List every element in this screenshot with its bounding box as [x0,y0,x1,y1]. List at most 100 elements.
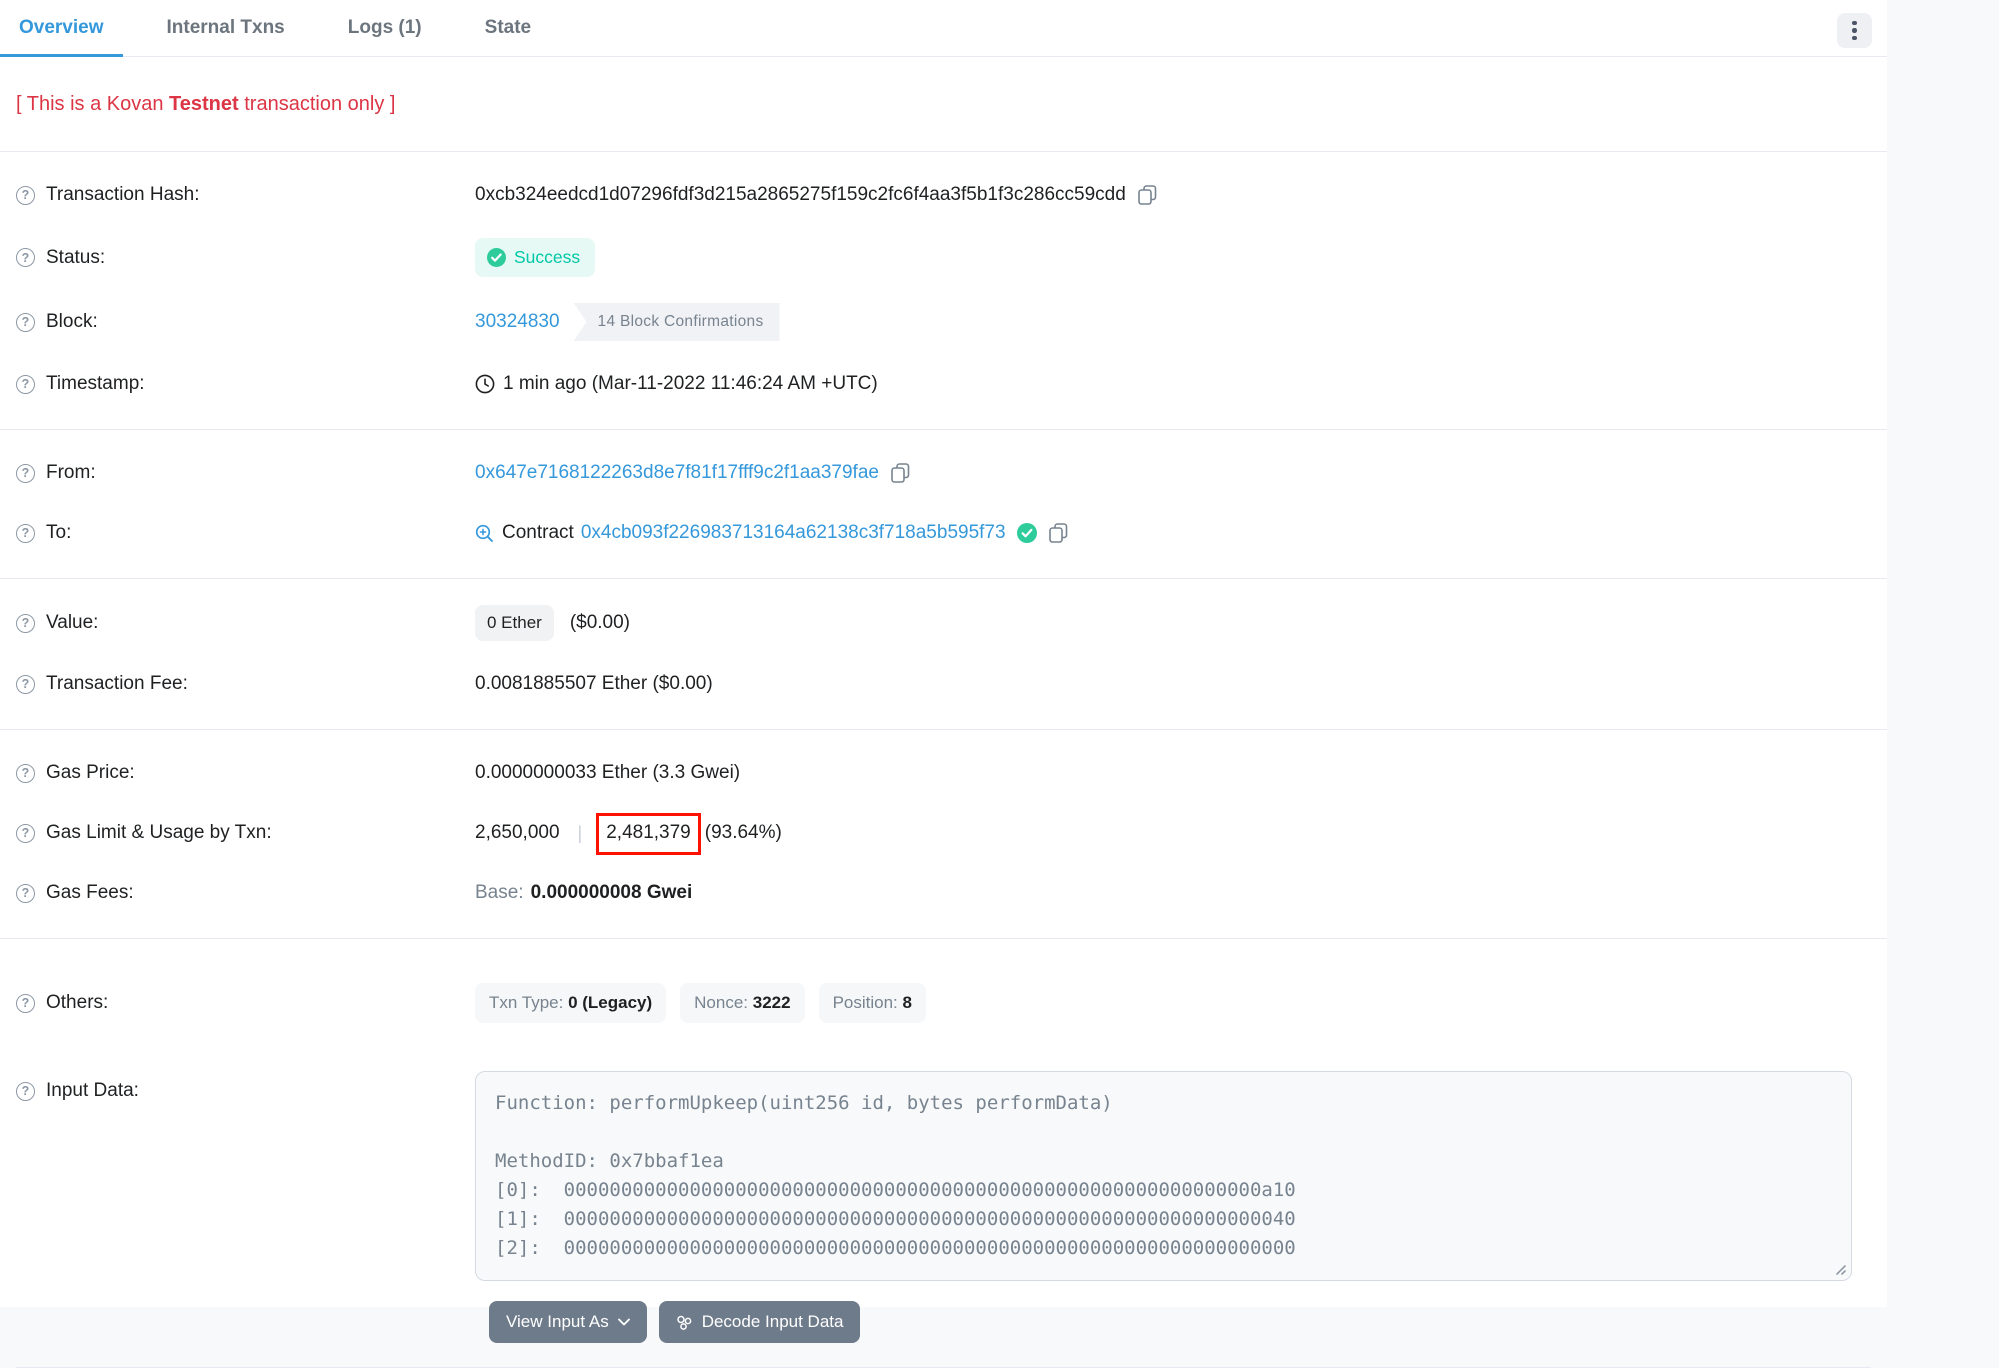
row-gas-price: ? Gas Price: 0.0000000033 Ether (3.3 Gwe… [16,743,1871,803]
input-data-content: Function: performUpkeep(uint256 id, byte… [495,1089,1832,1263]
help-icon[interactable]: ? [16,248,35,267]
gas-price-value: 0.0000000033 Ether (3.3 Gwei) [475,762,740,784]
row-timestamp: ? Timestamp: 1 min ago (Mar-11-2022 11:4… [16,354,1871,414]
tab-internal-txns[interactable]: Internal Txns [148,0,304,56]
decode-icon [676,1314,693,1331]
transaction-fee-label: Transaction Fee: [46,673,188,695]
verified-contract-icon [1017,523,1037,543]
txn-type-value: 0 (Legacy) [568,993,652,1012]
decode-input-data-label: Decode Input Data [702,1312,844,1332]
decode-input-data-button[interactable]: Decode Input Data [659,1301,861,1343]
row-from: ? From: 0x647e7168122263d8e7f81f17fff9c2… [16,443,1871,503]
nonce-key: Nonce: [694,993,753,1012]
position-key: Position: [833,993,903,1012]
copy-icon[interactable] [1049,523,1068,544]
transaction-hash-value: 0xcb324eedcd1d07296fdf3d215a2865275f159c… [475,184,1126,206]
help-icon[interactable]: ? [16,764,35,783]
gas-price-label: Gas Price: [46,762,135,784]
resize-handle[interactable] [1832,1261,1846,1275]
row-others: ? Others: Txn Type: 0 (Legacy) Nonce: 32… [16,970,1871,1036]
help-icon[interactable]: ? [16,675,35,694]
to-contract-prefix: Contract [502,522,574,544]
help-icon[interactable]: ? [16,313,35,332]
clock-icon [475,374,495,394]
notice-bold: Testnet [169,93,239,115]
gas-used-percent: (93.64%) [705,822,782,844]
value-label: Value: [46,612,98,634]
row-gas-fees: ? Gas Fees: Base: 0.000000008 Gwei [16,863,1871,923]
section-value: ? Value: 0 Ether ($0.00) ? Transaction F… [0,579,1887,730]
help-icon[interactable]: ? [16,1082,35,1101]
position-value: 8 [903,993,912,1012]
txn-type-badge: Txn Type: 0 (Legacy) [475,983,666,1023]
tab-bar: Overview Internal Txns Logs (1) State [0,0,1887,57]
section-overview-top: ? Transaction Hash: 0xcb324eedcd1d07296f… [0,152,1887,430]
gas-limit-value: 2,650,000 [475,822,560,844]
tab-state[interactable]: State [466,0,550,56]
section-addresses: ? From: 0x647e7168122263d8e7f81f17fff9c2… [0,430,1887,579]
help-icon[interactable]: ? [16,994,35,1013]
tab-overview[interactable]: Overview [0,0,123,56]
help-icon[interactable]: ? [16,824,35,843]
copy-icon[interactable] [1138,185,1157,206]
status-label: Status: [46,247,105,269]
testnet-notice: [ This is a Kovan Testnet transaction on… [0,57,1887,152]
block-confirmations-badge: 14 Block Confirmations [574,303,780,341]
transaction-hash-label: Transaction Hash: [46,184,199,206]
help-icon[interactable]: ? [16,375,35,394]
transaction-details-panel: Overview Internal Txns Logs (1) State [ … [0,0,1887,1307]
gas-fees-label: Gas Fees: [46,882,134,904]
view-input-as-button[interactable]: View Input As [489,1301,647,1343]
block-label: Block: [46,311,98,333]
to-label: To: [46,522,71,544]
row-block: ? Block: 30324830 14 Block Confirmations [16,290,1871,354]
position-badge: Position: 8 [819,983,926,1023]
row-status: ? Status: Success [16,225,1871,290]
check-circle-icon [487,248,506,267]
help-icon[interactable]: ? [16,524,35,543]
timestamp-label: Timestamp: [46,373,145,395]
row-transaction-hash: ? Transaction Hash: 0xcb324eedcd1d07296f… [16,165,1871,225]
notice-suffix: transaction only ] [239,93,396,115]
help-icon[interactable]: ? [16,186,35,205]
help-icon[interactable]: ? [16,464,35,483]
txn-type-key: Txn Type: [489,993,568,1012]
gas-fees-base-value: 0.000000008 Gwei [531,882,693,904]
value-usd: ($0.00) [570,612,630,634]
row-gas-limit-usage: ? Gas Limit & Usage by Txn: 2,650,000 | … [16,803,1871,863]
timestamp-value: 1 min ago (Mar-11-2022 11:46:24 AM +UTC) [503,373,878,395]
tab-logs[interactable]: Logs (1) [329,0,441,56]
from-address-link[interactable]: 0x647e7168122263d8e7f81f17fff9c2f1aa379f… [475,462,879,484]
value-badge: 0 Ether [475,605,554,641]
chevron-down-icon [618,1318,630,1326]
notice-prefix: [ This is a Kovan [16,93,169,115]
block-number-link[interactable]: 30324830 [475,311,560,333]
row-to: ? To: Contract 0x4cb093f226983713164a621… [16,503,1871,563]
contract-search-icon[interactable] [475,524,494,543]
input-data-actions: View Input As Decode Input Data [489,1301,1871,1367]
help-icon[interactable]: ? [16,884,35,903]
others-label: Others: [46,992,108,1014]
section-others-input: ? Others: Txn Type: 0 (Legacy) Nonce: 32… [0,939,1887,1367]
to-address-link[interactable]: 0x4cb093f226983713164a62138c3f718a5b595f… [581,522,1006,544]
row-value: ? Value: 0 Ether ($0.00) [16,592,1871,654]
status-badge-text: Success [514,247,580,268]
input-data-label: Input Data: [46,1080,139,1102]
nonce-badge: Nonce: 3222 [680,983,804,1023]
section-gas: ? Gas Price: 0.0000000033 Ether (3.3 Gwe… [0,730,1887,939]
gas-separator: | [578,823,583,844]
status-badge: Success [475,238,595,277]
from-label: From: [46,462,96,484]
gas-fees-base-label: Base: [475,882,524,904]
nonce-value: 3222 [753,993,791,1012]
transaction-fee-value: 0.0081885507 Ether ($0.00) [475,673,713,695]
more-options-button[interactable] [1837,13,1872,48]
copy-icon[interactable] [891,463,910,484]
row-transaction-fee: ? Transaction Fee: 0.0081885507 Ether ($… [16,654,1871,714]
row-input-data: ? Input Data: Function: performUpkeep(ui… [16,1058,1871,1281]
gas-used-value-highlighted: 2,481,379 [600,822,697,844]
input-data-box[interactable]: Function: performUpkeep(uint256 id, byte… [475,1071,1852,1281]
gas-limit-label: Gas Limit & Usage by Txn: [46,822,272,844]
help-icon[interactable]: ? [16,614,35,633]
view-input-as-label: View Input As [506,1312,609,1332]
